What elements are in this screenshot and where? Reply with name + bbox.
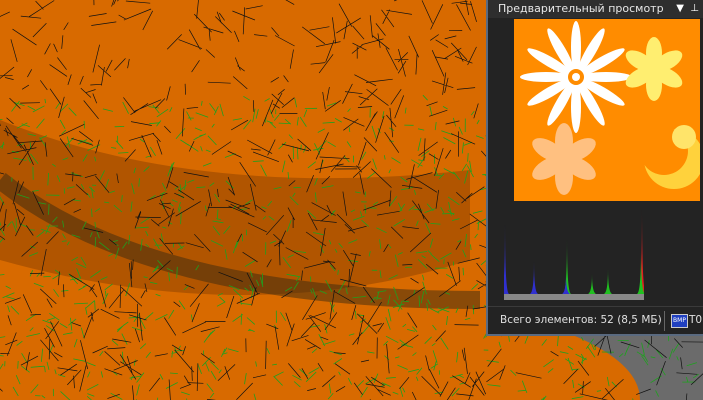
histogram [504, 208, 644, 300]
pin-icon[interactable]: ⊥ [690, 3, 699, 14]
element-count: Всего элементов: 52 (8,5 МБ) [500, 314, 662, 326]
histogram-peak [504, 224, 509, 294]
panel-header: Предварительный просмотр ▼ ⊥ [488, 0, 703, 18]
preview-panel: Предварительный просмотр ▼ ⊥ Всего элеме… [486, 0, 703, 336]
histogram-peak [530, 262, 538, 294]
texture-preview [514, 19, 700, 201]
triangle-down-icon[interactable]: ▼ [676, 3, 684, 14]
status-bar: Всего элементов: 52 (8,5 МБ) BMP T01 [488, 306, 703, 335]
file-name[interactable]: T01 [689, 307, 703, 333]
histogram-peak [604, 269, 612, 294]
panel-title: Предварительный просмотр [498, 2, 664, 15]
divider [664, 311, 665, 331]
flower-texture-image [520, 21, 700, 195]
histogram-peak [563, 239, 571, 294]
bmp-file-icon: BMP [671, 314, 688, 328]
histogram-peak [588, 274, 596, 294]
